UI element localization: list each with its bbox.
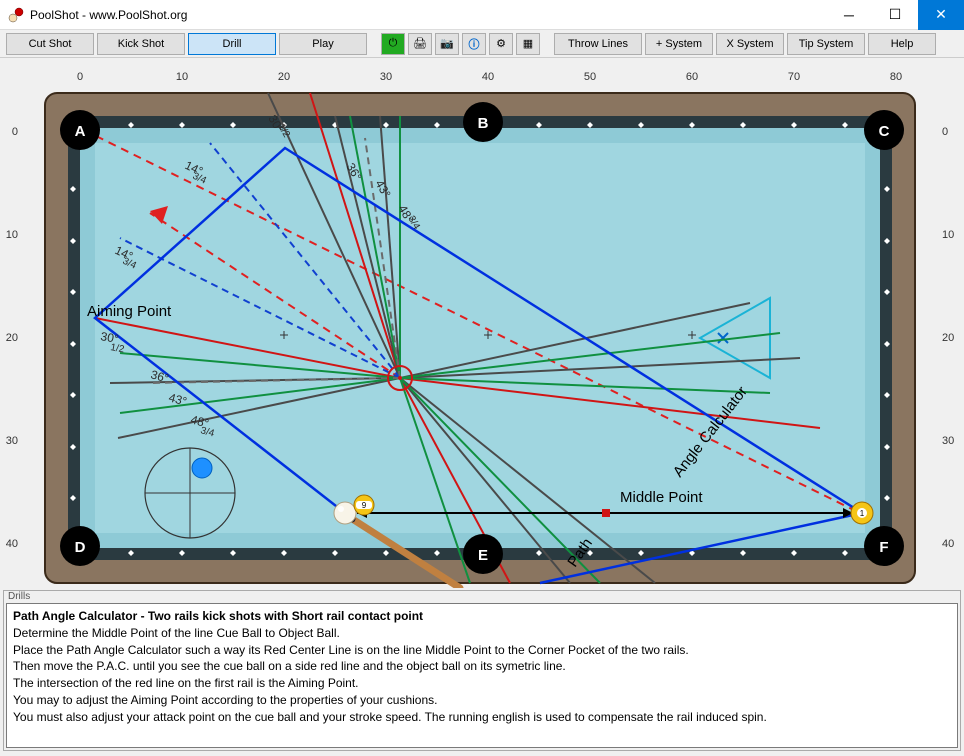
close-button[interactable]: ✕ <box>918 0 964 30</box>
svg-text:40: 40 <box>942 538 954 550</box>
svg-text:F: F <box>879 539 888 556</box>
svg-text:30: 30 <box>6 435 18 447</box>
svg-text:E: E <box>478 547 488 564</box>
tip-system-button[interactable]: Tip System <box>787 33 865 55</box>
plus-system-button[interactable]: + System <box>645 33 713 55</box>
kick-shot-button[interactable]: Kick Shot <box>97 33 185 55</box>
svg-text:0: 0 <box>77 71 83 83</box>
svg-text:20: 20 <box>278 71 290 83</box>
drill-button[interactable]: Drill <box>188 33 276 55</box>
drills-panel: Drills Path Angle Calculator - Two rails… <box>3 590 961 751</box>
svg-text:C: C <box>879 123 890 140</box>
one-ball[interactable]: 1 <box>851 502 873 524</box>
app-icon <box>8 7 24 23</box>
svg-text:10: 10 <box>942 229 954 241</box>
drills-content: Path Angle Calculator - Two rails kick s… <box>6 603 958 748</box>
svg-text:10: 10 <box>176 71 188 83</box>
table-icon-button[interactable]: ▦ <box>516 33 540 55</box>
svg-text:50: 50 <box>584 71 596 83</box>
svg-text:20: 20 <box>6 332 18 344</box>
maximize-button[interactable]: ☐ <box>872 0 918 30</box>
info-icon-button[interactable]: ⓘ <box>462 33 486 55</box>
drills-line: The intersection of the red line on the … <box>13 675 951 692</box>
x-system-button[interactable]: X System <box>716 33 784 55</box>
svg-text:30: 30 <box>380 71 392 83</box>
svg-text:20: 20 <box>942 332 954 344</box>
help-button[interactable]: Help <box>868 33 936 55</box>
play-button[interactable]: Play <box>279 33 367 55</box>
nine-ball[interactable]: 9 <box>354 495 374 515</box>
cue-ball[interactable] <box>334 502 356 524</box>
svg-text:0: 0 <box>942 126 948 138</box>
camera-icon-button[interactable]: 📷 <box>435 33 459 55</box>
left-axis: 0 10 20 30 40 <box>6 126 18 550</box>
table-workspace[interactable]: 0 10 20 30 40 50 60 70 80 0 10 20 30 40 … <box>0 58 960 588</box>
svg-text:60: 60 <box>686 71 698 83</box>
aiming-point-label: Aiming Point <box>87 303 172 320</box>
svg-text:0: 0 <box>12 126 18 138</box>
window-titlebar: PoolShot - www.PoolShot.org ─ ☐ ✕ <box>0 0 964 30</box>
main-toolbar: Cut Shot Kick Shot Drill Play ⏻ 🖨 📷 ⓘ ⚙ … <box>0 30 964 58</box>
drills-line: You may to adjust the Aiming Point accor… <box>13 692 951 709</box>
svg-text:80: 80 <box>890 71 902 83</box>
throw-lines-button[interactable]: Throw Lines <box>554 33 642 55</box>
drills-line: Determine the Middle Point of the line C… <box>13 625 951 642</box>
svg-text:40: 40 <box>6 538 18 550</box>
svg-text:70: 70 <box>788 71 800 83</box>
tip-indicator[interactable] <box>145 448 235 538</box>
minimize-button[interactable]: ─ <box>826 0 872 30</box>
middle-point-label: Middle Point <box>620 489 703 506</box>
gear-icon-button[interactable]: ⚙ <box>489 33 513 55</box>
svg-text:D: D <box>75 539 86 556</box>
pool-table-diagram[interactable]: 0 10 20 30 40 50 60 70 80 0 10 20 30 40 … <box>0 58 960 588</box>
drills-line: Then move the P.A.C. until you see the c… <box>13 658 951 675</box>
svg-text:40: 40 <box>482 71 494 83</box>
svg-text:9: 9 <box>362 501 367 510</box>
drills-line: Place the Path Angle Calculator such a w… <box>13 642 951 659</box>
svg-text:1: 1 <box>860 509 865 518</box>
print-icon-button[interactable]: 🖨 <box>408 33 432 55</box>
power-icon-button[interactable]: ⏻ <box>381 33 405 55</box>
drills-panel-label: Drills <box>4 591 34 602</box>
svg-text:B: B <box>478 115 489 132</box>
cut-shot-button[interactable]: Cut Shot <box>6 33 94 55</box>
right-axis: 0 10 20 30 40 <box>942 126 954 550</box>
drills-line: You must also adjust your attack point o… <box>13 709 951 726</box>
svg-text:A: A <box>75 123 86 140</box>
svg-text:10: 10 <box>6 229 18 241</box>
svg-text:30: 30 <box>942 435 954 447</box>
window-title: PoolShot - www.PoolShot.org <box>30 8 826 22</box>
top-axis: 0 10 20 30 40 50 60 70 80 <box>77 71 902 83</box>
drills-title: Path Angle Calculator - Two rails kick s… <box>13 608 951 625</box>
